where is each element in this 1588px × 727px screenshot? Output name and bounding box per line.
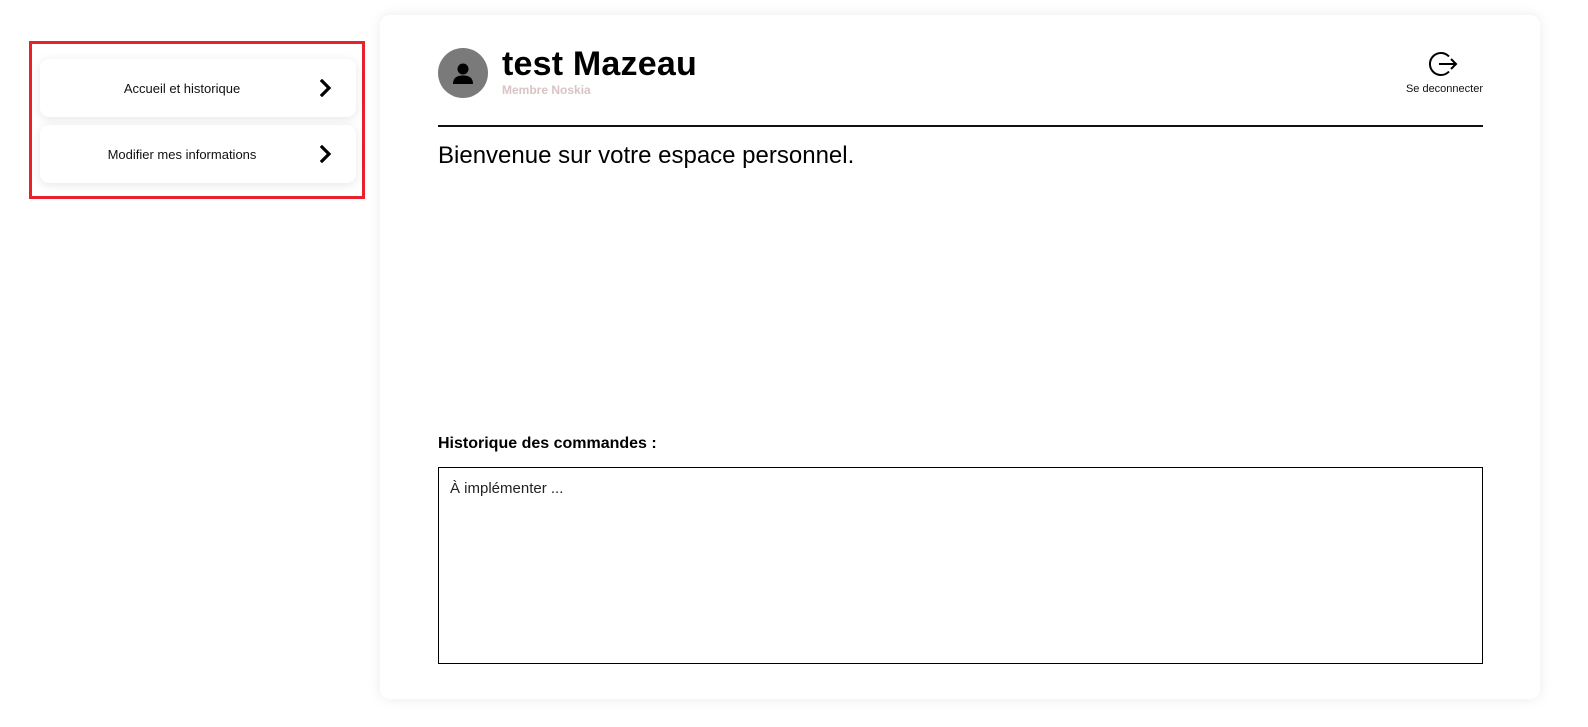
chevron-right-icon (306, 79, 346, 97)
header-divider (438, 125, 1483, 127)
order-history-title: Historique des commandes : (438, 435, 657, 452)
user-icon (453, 63, 473, 84)
sidebar-item-accueil[interactable]: Accueil et historique (40, 59, 356, 117)
chevron-right-icon (306, 145, 346, 163)
main-card: test Mazeau Membre Noskia Se deconnecter… (380, 15, 1540, 699)
user-name: test Mazeau (502, 45, 697, 83)
order-history-box: À implémenter ... (438, 467, 1483, 664)
sidebar-item-label: Accueil et historique (123, 80, 241, 96)
order-history-placeholder: À implémenter ... (450, 480, 564, 497)
avatar (438, 48, 488, 98)
welcome-heading: Bienvenue sur votre espace personnel. (438, 142, 855, 169)
sidebar-item-label: Modifier mes informations (107, 146, 257, 162)
logout-button[interactable]: Se deconnecter (1383, 49, 1483, 95)
logout-icon (1429, 52, 1458, 76)
sidebar-item-modifier[interactable]: Modifier mes informations (40, 125, 356, 183)
logout-label: Se deconnecter (1405, 83, 1483, 95)
user-role: Membre Noskia (502, 83, 591, 97)
